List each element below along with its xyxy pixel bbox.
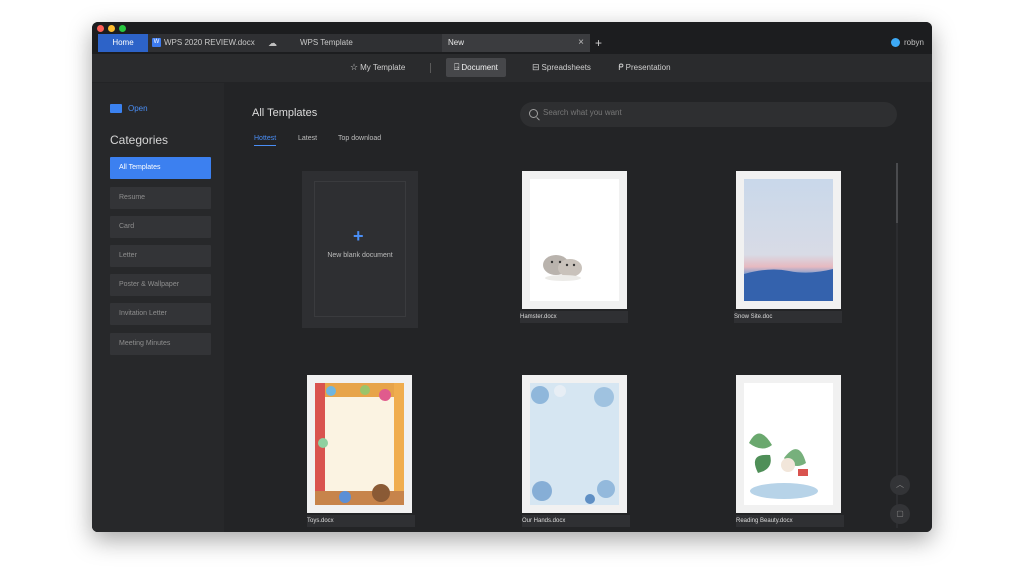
close-tab-icon[interactable]: × bbox=[578, 34, 584, 52]
search-placeholder: Search what you want bbox=[543, 108, 622, 117]
subtab-latest[interactable]: Latest bbox=[298, 135, 317, 142]
categories-title: Categories bbox=[110, 133, 169, 147]
main-panel: All Templates Search what you want Hotte… bbox=[224, 83, 932, 532]
star-icon: ☆ bbox=[350, 62, 359, 72]
document-label: Document bbox=[461, 63, 498, 72]
category-poster-wallpaper[interactable]: Poster & Wallpaper bbox=[110, 274, 211, 296]
user-name: robyn bbox=[903, 38, 924, 47]
open-button[interactable]: Open bbox=[110, 103, 148, 115]
category-invitation-letter[interactable]: Invitation Letter bbox=[110, 303, 211, 325]
word-doc-icon: W bbox=[152, 38, 161, 48]
document-button[interactable]: ⍈ Document bbox=[446, 58, 506, 77]
our-hands-illustration bbox=[530, 383, 619, 505]
page-title: All Templates bbox=[252, 107, 318, 119]
category-all-templates[interactable]: All Templates bbox=[110, 157, 211, 179]
template-name-hamster[interactable]: Hamster.docx bbox=[520, 311, 628, 323]
search-icon bbox=[529, 109, 538, 118]
presentation-icon: ᑭ bbox=[618, 62, 624, 72]
folder-icon bbox=[110, 104, 122, 114]
subtab-top-download[interactable]: Top download bbox=[338, 135, 381, 142]
tab-new[interactable]: New × bbox=[442, 34, 590, 52]
tab-wps-template[interactable]: WPS Template bbox=[292, 34, 442, 52]
scroll-top-icon[interactable]: ︿ bbox=[890, 475, 910, 495]
toolbar: ☆ My Template ⍈ Document ⊟ Spreadsheets ᑭ Pr… bbox=[92, 54, 932, 83]
template-thumbnail-snow-site[interactable] bbox=[736, 171, 841, 309]
tab-home[interactable]: Home bbox=[98, 34, 148, 52]
cloud-icon[interactable]: ☁ bbox=[268, 34, 277, 52]
template-preview bbox=[744, 383, 833, 505]
template-preview bbox=[530, 179, 619, 301]
template-name-reading-beauty[interactable]: Reading Beauty.docx bbox=[736, 515, 844, 527]
blank-page: + New blank document bbox=[314, 181, 406, 317]
category-meeting-minutes[interactable]: Meeting Minutes bbox=[110, 333, 211, 355]
presentation-button[interactable]: ᑭ Presentation bbox=[610, 58, 679, 77]
template-name-our-hands[interactable]: Our Hands.docx bbox=[522, 515, 630, 527]
spreadsheets-button[interactable]: ⊟ Spreadsheets bbox=[524, 58, 599, 77]
my-template-button[interactable]: ☆ My Template bbox=[342, 58, 413, 77]
reading-beauty-illustration bbox=[744, 383, 833, 505]
sidebar: Open Categories All Templates Resume Car… bbox=[92, 83, 224, 532]
template-preview bbox=[530, 383, 619, 505]
document-icon: ⍈ bbox=[454, 62, 460, 72]
app-window: Home W WPS 2020 REVIEW.docx ☁ WPS Templat… bbox=[92, 22, 932, 532]
plus-icon: + bbox=[353, 226, 364, 246]
presentation-label: Presentation bbox=[625, 63, 671, 72]
minimize-window-button[interactable] bbox=[108, 25, 115, 32]
tab-document-label: WPS 2020 REVIEW.docx bbox=[164, 38, 255, 47]
tab-bar: Home W WPS 2020 REVIEW.docx ☁ WPS Templat… bbox=[92, 22, 932, 54]
template-name-snow-site[interactable]: Snow Site.doc bbox=[734, 311, 842, 323]
spreadsheet-icon: ⊟ bbox=[532, 62, 540, 72]
template-thumbnail-our-hands[interactable] bbox=[522, 375, 627, 513]
category-card[interactable]: Card bbox=[110, 216, 211, 238]
my-template-label: My Template bbox=[360, 63, 406, 72]
template-thumbnail-reading-beauty[interactable] bbox=[736, 375, 841, 513]
template-thumbnail-toys[interactable] bbox=[307, 375, 412, 513]
chat-icon[interactable]: ▢ bbox=[890, 504, 910, 524]
template-thumbnail-hamster[interactable] bbox=[522, 171, 627, 309]
new-tab-button[interactable]: + bbox=[595, 34, 602, 52]
subtab-hottest[interactable]: Hottest bbox=[254, 135, 277, 146]
new-blank-document-label: New blank document bbox=[327, 252, 393, 259]
new-blank-document-card[interactable]: + New blank document bbox=[302, 171, 418, 328]
category-resume[interactable]: Resume bbox=[110, 187, 211, 209]
template-preview bbox=[315, 383, 404, 505]
template-name-toys[interactable]: Toys.docx bbox=[307, 515, 415, 527]
maximize-window-button[interactable] bbox=[119, 25, 126, 32]
category-letter[interactable]: Letter bbox=[110, 245, 211, 267]
tab-new-label: New bbox=[448, 38, 465, 47]
template-preview bbox=[744, 179, 833, 301]
toys-illustration bbox=[315, 383, 404, 505]
snow-site-illustration bbox=[744, 179, 833, 301]
hamster-illustration bbox=[543, 255, 582, 281]
search-input[interactable]: Search what you want bbox=[520, 102, 897, 127]
scrollbar-thumb[interactable] bbox=[896, 163, 898, 223]
toolbar-divider bbox=[430, 63, 431, 73]
open-label: Open bbox=[128, 104, 148, 113]
close-window-button[interactable] bbox=[97, 25, 104, 32]
spreadsheets-label: Spreadsheets bbox=[541, 63, 591, 72]
avatar bbox=[890, 38, 900, 48]
user-account[interactable]: robyn bbox=[890, 34, 924, 52]
content-area: Open Categories All Templates Resume Car… bbox=[92, 83, 932, 532]
